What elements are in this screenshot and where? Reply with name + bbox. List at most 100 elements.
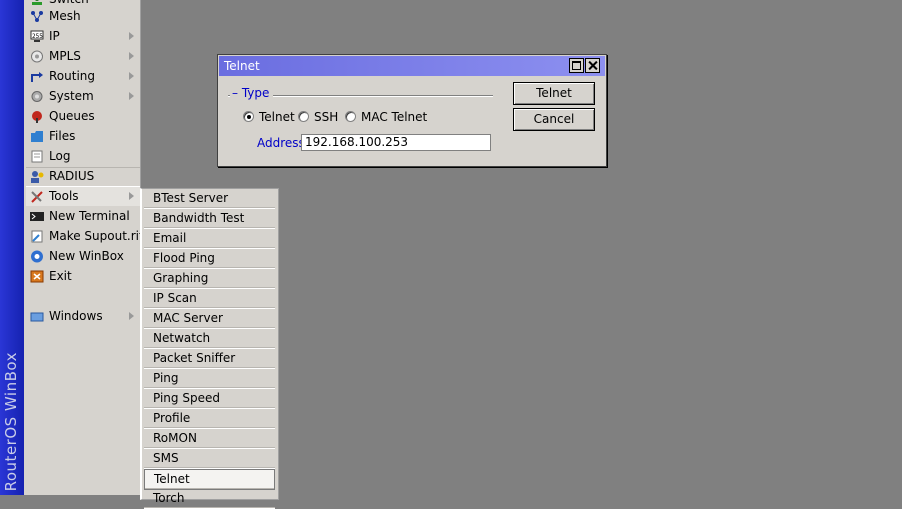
- close-icon[interactable]: [585, 58, 600, 73]
- menu-item-mesh[interactable]: Mesh: [26, 7, 140, 26]
- submenu-item-label: Netwatch: [153, 331, 211, 345]
- brand-text: RouterOS WinBox: [2, 351, 20, 491]
- submenu-item-label: Bandwidth Test: [153, 211, 245, 225]
- menu-item-label: MPLS: [49, 49, 81, 63]
- menu-item-label: New Terminal: [49, 209, 130, 223]
- submenu-item-flood-ping[interactable]: Flood Ping: [144, 249, 275, 269]
- menu-item-make-supout[interactable]: Make Supout.rif: [26, 227, 144, 246]
- radio-unchecked-icon: [298, 111, 309, 122]
- menu-item-label: Exit: [49, 269, 72, 283]
- chevron-right-icon: [129, 92, 134, 100]
- submenu-item-graphing[interactable]: Graphing: [144, 269, 275, 289]
- menu-item-tools[interactable]: Tools: [26, 187, 140, 206]
- submenu-item-ping[interactable]: Ping: [144, 369, 275, 389]
- chevron-right-icon: [129, 312, 134, 320]
- submenu-item-label: Ping Speed: [153, 391, 220, 405]
- menu-item-label: Windows: [49, 309, 103, 323]
- submenu-item-label: Torch: [153, 491, 185, 505]
- chevron-right-icon: [129, 52, 134, 60]
- dialog-titlebar[interactable]: Telnet: [219, 56, 605, 76]
- submenu-item-sms[interactable]: SMS: [144, 449, 275, 469]
- chevron-right-icon: [129, 72, 134, 80]
- menu-item-queues[interactable]: Queues: [26, 107, 140, 126]
- mpls-icon: [30, 50, 44, 63]
- menu-item-label: Routing: [49, 69, 96, 83]
- telnet-button[interactable]: Telnet: [513, 82, 595, 105]
- menu-item-new-terminal[interactable]: New Terminal: [26, 207, 140, 226]
- radio-unchecked-icon: [345, 111, 356, 122]
- menu-item-label: Make Supout.rif: [49, 229, 144, 243]
- submenu-item-label: Email: [153, 231, 187, 245]
- submenu-item-ip-scan[interactable]: IP Scan: [144, 289, 275, 309]
- menu-item-label: New WinBox: [49, 249, 124, 263]
- submenu-item-label: MAC Server: [153, 311, 223, 325]
- submenu-item-profile[interactable]: Profile: [144, 409, 275, 429]
- menu-item-system[interactable]: System: [26, 87, 140, 106]
- submenu-item-label: IP Scan: [153, 291, 197, 305]
- menu-item-label: Log: [49, 149, 71, 163]
- submenu-item-label: SMS: [153, 451, 179, 465]
- tools-icon: [30, 190, 44, 203]
- main-menu: Switch Mesh 255 IP MPLS Routing System: [24, 0, 144, 495]
- radio-label: Telnet: [259, 110, 295, 124]
- chevron-right-icon: [129, 32, 134, 40]
- menu-item-exit[interactable]: Exit: [26, 267, 140, 286]
- submenu-item-label: Profile: [153, 411, 191, 425]
- submenu-item-btest-server[interactable]: BTest Server: [144, 189, 275, 209]
- exit-icon: [30, 270, 44, 283]
- menu-item-routing[interactable]: Routing: [26, 67, 140, 86]
- address-input[interactable]: 192.168.100.253: [301, 134, 491, 151]
- menu-item-new-winbox[interactable]: New WinBox: [26, 247, 140, 266]
- radio-checked-icon: [243, 111, 254, 122]
- menu-item-label: Files: [49, 129, 76, 143]
- radio-label: SSH: [314, 110, 339, 124]
- submenu-item-label: Packet Sniffer: [153, 351, 236, 365]
- type-group-label-text: Type: [241, 86, 270, 100]
- log-icon: [30, 150, 44, 163]
- submenu-item-packet-sniffer[interactable]: Packet Sniffer: [144, 349, 275, 369]
- submenu-item-bandwidth-test[interactable]: Bandwidth Test: [144, 209, 275, 229]
- switch-icon: [30, 0, 44, 6]
- tools-submenu: BTest Server Bandwidth Test Email Flood …: [140, 188, 279, 509]
- menu-item-mpls[interactable]: MPLS: [26, 47, 140, 66]
- submenu-item-email[interactable]: Email: [144, 229, 275, 249]
- supout-icon: [30, 230, 44, 243]
- gear-icon: [30, 90, 44, 103]
- menu-item-label: Mesh: [49, 9, 81, 23]
- submenu-item-label: Ping: [153, 371, 179, 385]
- users-icon: [30, 170, 44, 183]
- svg-text:255: 255: [32, 33, 43, 40]
- submenu-item-label: Telnet: [154, 472, 190, 486]
- chevron-right-icon: [129, 192, 134, 200]
- radio-label: MAC Telnet: [361, 110, 428, 124]
- winbox-icon: [30, 250, 44, 263]
- submenu-item-romon[interactable]: RoMON: [144, 429, 275, 449]
- terminal-icon: [30, 210, 44, 223]
- menu-item-files[interactable]: Files: [26, 127, 140, 146]
- ip-icon: 255: [30, 30, 44, 43]
- submenu-item-netwatch[interactable]: Netwatch: [144, 329, 275, 349]
- submenu-item-label: Flood Ping: [153, 251, 215, 265]
- cancel-button[interactable]: Cancel: [513, 108, 595, 131]
- menu-item-label: IP: [49, 29, 60, 43]
- menu-item-label: System: [49, 89, 94, 103]
- dialog-title: Telnet: [224, 59, 260, 73]
- menu-item-windows[interactable]: Windows: [26, 307, 140, 326]
- menu-item-ip[interactable]: 255 IP: [26, 27, 140, 46]
- submenu-item-label: BTest Server: [153, 191, 229, 205]
- menu-item-label: Tools: [49, 189, 79, 203]
- type-group-label: – Type: [230, 86, 274, 100]
- menu-item-log[interactable]: Log: [26, 147, 140, 166]
- folder-icon: [30, 130, 44, 143]
- routing-icon: [30, 70, 44, 83]
- submenu-item-label: Graphing: [153, 271, 209, 285]
- menu-item-label: RADIUS: [49, 169, 95, 183]
- submenu-item-torch[interactable]: Torch: [144, 489, 275, 509]
- menu-item-label: Queues: [49, 109, 95, 123]
- maximize-icon[interactable]: [569, 58, 584, 73]
- submenu-item-mac-server[interactable]: MAC Server: [144, 309, 275, 329]
- menu-item-radius[interactable]: RADIUS: [26, 167, 140, 187]
- submenu-item-ping-speed[interactable]: Ping Speed: [144, 389, 275, 409]
- submenu-item-telnet[interactable]: Telnet: [144, 469, 275, 490]
- telnet-dialog: Telnet – Type Telnet SSH MAC Telnet Addr…: [217, 54, 607, 167]
